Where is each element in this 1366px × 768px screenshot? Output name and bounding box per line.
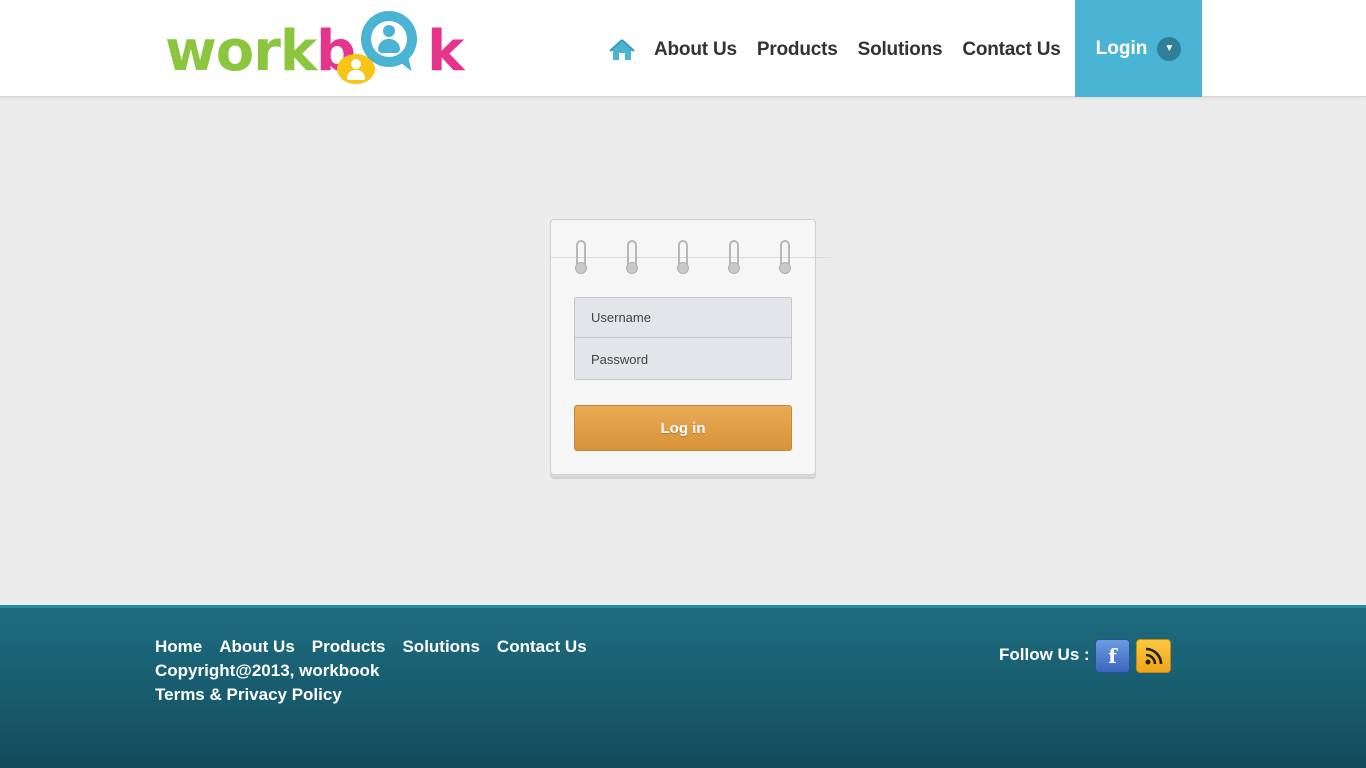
chevron-down-icon: ▼ [1157, 36, 1182, 61]
workbook-logo[interactable]: workb k [165, 8, 464, 90]
terms-privacy-link[interactable]: Terms & Privacy Policy [155, 685, 342, 705]
nav-products[interactable]: Products [757, 39, 838, 61]
footer-link-contact-us[interactable]: Contact Us [497, 637, 587, 657]
rss-icon[interactable] [1136, 639, 1171, 673]
binder-ring-icon [779, 240, 791, 274]
logo-wordmark: workb k [165, 19, 464, 84]
footer-link-home[interactable]: Home [155, 637, 202, 657]
footer-nav: Home About Us Products Solutions Contact… [155, 637, 604, 657]
login-label: Login [1095, 37, 1148, 59]
binder-ring-icon [575, 240, 587, 274]
binder-ring-icon [677, 240, 689, 274]
binder-ring-icon [626, 240, 638, 274]
login-card: Username Password Log in [550, 219, 831, 475]
nav-solutions[interactable]: Solutions [858, 39, 943, 61]
nav-about-us[interactable]: About Us [654, 39, 737, 61]
footer-link-products[interactable]: Products [312, 637, 386, 657]
username-input[interactable]: Username [575, 298, 791, 338]
credentials-group: Username Password [574, 297, 792, 380]
main-nav: About Us Products Solutions Contact Us [608, 36, 1081, 64]
footer-link-about-us[interactable]: About Us [219, 637, 295, 657]
password-input[interactable]: Password [575, 339, 791, 379]
log-in-button[interactable]: Log in [574, 405, 792, 451]
binder-ring-icon [728, 240, 740, 274]
follow-us-label: Follow Us : [999, 645, 1090, 664]
copyright-text: Copyright@2013, workbook [155, 661, 380, 680]
site-header: workb k About Us Products Solutions Conta… [0, 0, 1366, 97]
login-dropdown-button[interactable]: Login ▼ [1075, 0, 1202, 97]
facebook-icon[interactable]: f [1095, 639, 1130, 673]
logo-blue-bubble-icon [361, 11, 417, 67]
home-icon[interactable] [608, 38, 636, 62]
nav-contact-us[interactable]: Contact Us [962, 39, 1060, 61]
site-footer: Home About Us Products Solutions Contact… [0, 605, 1366, 768]
footer-link-solutions[interactable]: Solutions [402, 637, 479, 657]
